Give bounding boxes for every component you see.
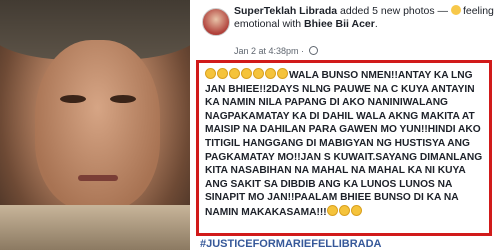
mouth [78,175,118,181]
trailing-emoji-row [326,204,363,218]
crying-face-emoji [326,204,338,216]
profile-photo [0,0,190,250]
post-header: SuperTeklah Librada added 5 new photos —… [234,5,494,30]
crying-face-emoji [277,68,288,79]
crying-face-emoji [229,68,240,79]
crying-face-emoji [241,68,252,79]
author-name[interactable]: SuperTeklah Librada [234,5,337,17]
feeling-separator: — [437,5,449,17]
post-body: WALA BUNSO NMEN!!ANTAY KA LNG JAN BHIEE!… [205,68,483,220]
crying-face-emoji [217,68,228,79]
right-eye [110,95,136,103]
crying-face-emoji [253,68,264,79]
globe-icon [308,46,318,55]
author-avatar[interactable] [202,8,230,36]
hashtag-link[interactable]: #JUSTICEFORMARIEFELLIBRADA [200,238,490,250]
left-eye [60,95,86,103]
crying-face-emoji [205,68,216,79]
crying-face-emoji [265,68,276,79]
tagged-friend[interactable]: Bhiee Bii Acer [304,18,375,30]
crying-face-emoji [338,204,350,216]
face [35,40,160,210]
leading-emoji-row [205,68,289,81]
post-timestamp[interactable]: Jan 2 at 4:38pm · [234,46,304,56]
jacket-collar [0,205,190,250]
crying-face-emoji [350,204,362,216]
post-body-text: WALA BUNSO NMEN!!ANTAY KA LNG JAN BHIEE!… [205,70,483,218]
highlight-frame: WALA BUNSO NMEN!!ANTAY KA LNG JAN BHIEE!… [196,60,492,236]
feeling-emotional-icon [450,5,461,15]
post-meta: Jan 2 at 4:38pm · [234,46,318,56]
facebook-post: SuperTeklah Librada added 5 new photos —… [194,0,500,250]
post-action: added 5 new photos [340,5,435,17]
